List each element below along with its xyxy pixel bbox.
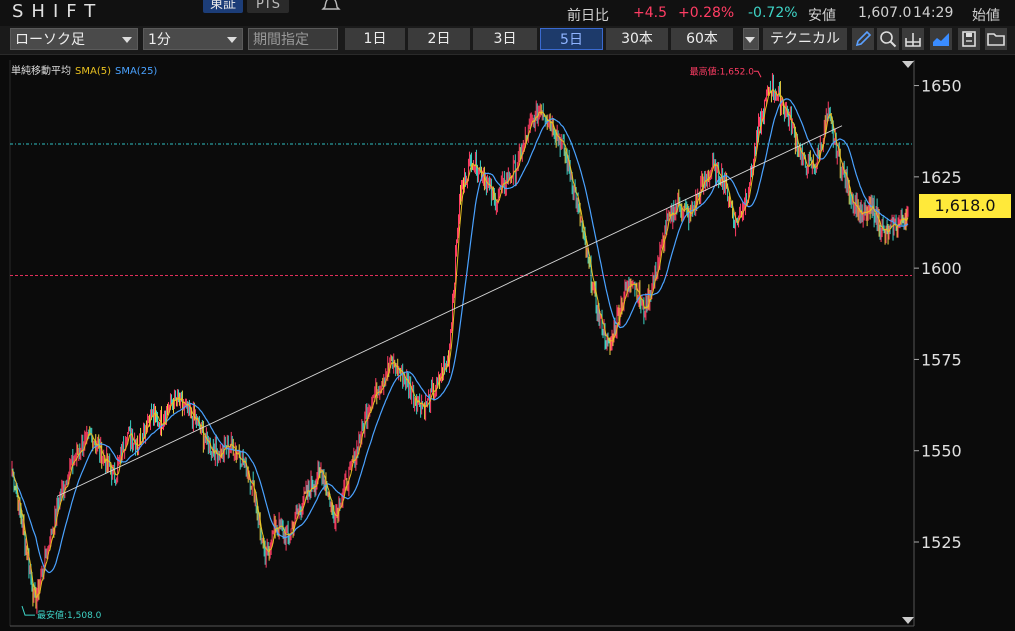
change-value: +4.5: [633, 5, 667, 21]
market-tab-tse[interactable]: 東証: [203, 0, 243, 13]
chart-background: [0, 55, 1015, 631]
interval-select[interactable]: 1分: [143, 28, 243, 50]
bell-icon[interactable]: [320, 0, 342, 12]
y-tick-label: 1550: [921, 442, 962, 461]
change-label: 前日比: [567, 8, 609, 24]
y-tick-label: 1600: [921, 259, 962, 278]
low-percent: -0.72%: [748, 5, 798, 21]
period-placeholder: 期間指定: [253, 32, 309, 48]
high-price-label: 最高値:1,652.0: [690, 65, 755, 77]
save-icon[interactable]: [958, 28, 980, 50]
chart-type-value: ローソク足: [15, 32, 85, 48]
range-1d-button[interactable]: 1日: [345, 28, 405, 50]
chevron-down-icon: [122, 37, 132, 43]
zoom-icon[interactable]: [877, 28, 899, 50]
volume-icon[interactable]: [902, 28, 924, 50]
quote-time: 14:29: [913, 5, 954, 21]
market-tab-pts[interactable]: PTS: [247, 0, 289, 13]
pencil-icon[interactable]: [852, 28, 874, 50]
y-tick-label: 1525: [921, 533, 962, 552]
symbol-title: SHIFT: [12, 1, 104, 22]
range-2d-button[interactable]: 2日: [408, 28, 470, 50]
legend-sma5: SMA(5): [75, 66, 111, 77]
range-60bars-button[interactable]: 60本: [671, 28, 733, 50]
current-price-tag: 1,618.0: [919, 194, 1011, 218]
range-30bars-button[interactable]: 30本: [606, 28, 668, 50]
range-more-button[interactable]: [743, 28, 759, 50]
chart-type-select[interactable]: ローソク足: [10, 28, 138, 50]
chevron-down-icon: [227, 37, 237, 43]
change-percent: +0.28%: [678, 5, 735, 21]
technical-button[interactable]: テクニカル: [763, 28, 847, 50]
indicator-legend: 単純移動平均 SMA(5) SMA(25): [11, 62, 157, 77]
legend-sma25: SMA(25): [114, 66, 158, 77]
folder-icon[interactable]: [985, 28, 1007, 50]
low-label: 安値: [808, 8, 836, 24]
legend-title: 単純移動平均: [11, 66, 71, 77]
price-chart[interactable]: 1525 1550 1575 1600 1625 1650 最高値:1,652.0 最安値:…: [0, 55, 1015, 631]
range-5d-button[interactable]: 5日: [540, 28, 603, 50]
y-tick-label: 1650: [921, 77, 962, 96]
range-3d-button[interactable]: 3日: [473, 28, 537, 50]
interval-value: 1分: [148, 32, 171, 48]
low-value: 1,607.0: [858, 5, 912, 21]
period-field[interactable]: 期間指定: [248, 28, 338, 50]
area-chart-icon[interactable]: [930, 28, 952, 50]
y-tick-label: 1625: [921, 168, 962, 187]
low-price-label: 最安値:1,508.0: [37, 609, 102, 621]
open-label: 始値: [972, 8, 1000, 24]
chevron-down-icon: [745, 37, 755, 43]
y-tick-label: 1575: [921, 350, 962, 369]
